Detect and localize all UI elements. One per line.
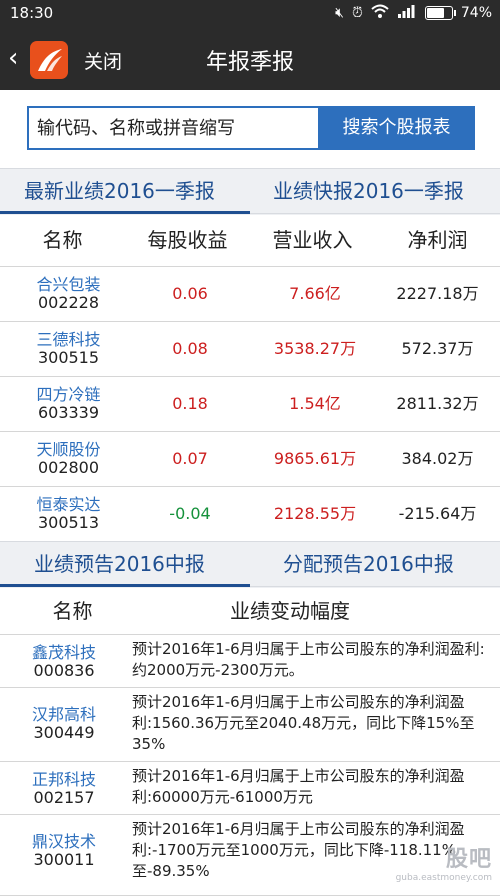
net-profit-value: 2811.32万 [396,394,479,413]
stock-name[interactable]: 恒泰实达 [0,491,137,515]
net-profit-value: -215.64万 [398,504,477,523]
table-row[interactable]: 三德科技 300515 0.08 3538.27万 572.37万 [0,322,500,377]
eps-value: 0.08 [172,339,208,358]
revenue-value: 2128.55万 [273,504,357,523]
stock-name[interactable]: 合兴包装 [0,271,137,295]
forecast-description: 预计2016年1-6月归属于上市公司股东的净利润盈利:约2000万元-2300万… [132,640,485,679]
revenue-value: 3538.27万 [273,339,357,358]
search-input[interactable] [27,106,318,150]
header-eps: 每股收益 [147,228,228,252]
tab-latest-results[interactable]: 最新业绩2016一季报 [24,169,215,213]
stock-name[interactable]: 天顺股份 [0,436,137,460]
stock-code: 300513 [37,513,100,532]
stock-code: 002228 [37,293,100,312]
table-row[interactable]: 正邦科技 002157 预计2016年1-6月归属于上市公司股东的净利润盈利:6… [0,762,500,815]
stock-code: 300449 [33,723,95,742]
stock-code: 300011 [33,850,95,869]
revenue-value: 7.66亿 [289,284,341,303]
revenue-value: 9865.61万 [273,449,357,468]
tab-results-forecast[interactable]: 业绩预告2016中报 [34,542,205,586]
table-header: 名称 业绩变动幅度 [0,588,500,635]
stock-name[interactable]: 汉邦高科 [0,701,128,725]
stock-name[interactable]: 正邦科技 [0,766,128,790]
tabs-interim: 业绩预告2016中报 分配预告2016中报 [0,541,500,587]
stock-name[interactable]: 鼎汉技术 [0,828,128,852]
forecast-description: 预计2016年1-6月归属于上市公司股东的净利润盈利:1560.36万元至204… [132,693,475,753]
stock-name[interactable]: 鑫茂科技 [0,639,128,663]
eps-value: -0.04 [169,504,211,523]
table-row[interactable]: 四方冷链 603339 0.18 1.54亿 2811.32万 [0,377,500,432]
net-profit-value: 2227.18万 [396,284,479,303]
watermark-url: guba.eastmoney.com [395,873,492,883]
eps-value: 0.07 [172,449,208,468]
battery-percent: 74% [460,5,492,21]
eps-value: 0.06 [172,284,208,303]
net-profit-value: 384.02万 [401,449,474,468]
header-name: 名称 [52,599,93,623]
revenue-value: 1.54亿 [289,394,341,413]
status-time: 18:30 [10,4,54,22]
battery-icon [424,6,456,20]
table-header: 名称 每股收益 营业收入 净利润 [0,215,500,267]
wifi-icon [371,4,389,22]
stock-code: 300515 [37,348,100,367]
watermark: 股吧 guba.eastmoney.com [396,841,492,883]
watermark-logo: 股吧 [445,847,492,872]
stock-name[interactable]: 四方冷链 [0,381,137,405]
table-row[interactable]: 恒泰实达 300513 -0.04 2128.55万 -215.64万 [0,487,500,542]
nav-bar: ‹ 关闭 年报季报 [0,28,500,90]
header-net-profit: 净利润 [407,228,468,252]
mute-icon: 🔇︎ [335,5,344,21]
search-area: 搜索个股报表 [0,90,500,168]
search-stock-report-button[interactable]: 搜索个股报表 [318,106,475,150]
header-revenue: 营业收入 [272,228,353,252]
alarm-icon: ⏰︎ [351,5,363,21]
tab-active-indicator [0,584,250,587]
stock-name[interactable]: 三德科技 [0,326,137,350]
stock-code: 000836 [33,661,95,680]
forecast-description: 预计2016年1-6月归属于上市公司股东的净利润盈利:60000万元-61000… [132,767,465,806]
table-row[interactable]: 鑫茂科技 000836 预计2016年1-6月归属于上市公司股东的净利润盈利:约… [0,635,500,688]
page-title: 年报季报 [205,50,294,75]
tabs-quarterly: 最新业绩2016一季报 业绩快报2016一季报 [0,168,500,214]
stock-code: 603339 [37,403,100,422]
quarterly-results-table: 名称 每股收益 营业收入 净利润 合兴包装 002228 0.06 7.66亿 … [0,215,500,542]
header-name: 名称 [42,228,83,252]
table-row[interactable]: 合兴包装 002228 0.06 7.66亿 2227.18万 [0,267,500,322]
eps-value: 0.18 [172,394,208,413]
net-profit-value: 572.37万 [401,339,474,358]
stock-code: 002157 [33,788,95,807]
tab-active-indicator [0,211,250,214]
status-icons: 🔇︎ ⏰︎ 74% [335,4,492,22]
header-change-range: 业绩变动幅度 [230,599,350,623]
stock-code: 002800 [37,458,100,477]
signal-icon [397,4,415,22]
table-row[interactable]: 天顺股份 002800 0.07 9865.61万 384.02万 [0,432,500,487]
tab-express-results[interactable]: 业绩快报2016一季报 [273,169,464,213]
tab-dividend-forecast[interactable]: 分配预告2016中报 [283,542,454,586]
status-bar: 18:30 🔇︎ ⏰︎ 74% [0,0,500,28]
table-row[interactable]: 汉邦高科 300449 预计2016年1-6月归属于上市公司股东的净利润盈利:1… [0,688,500,762]
